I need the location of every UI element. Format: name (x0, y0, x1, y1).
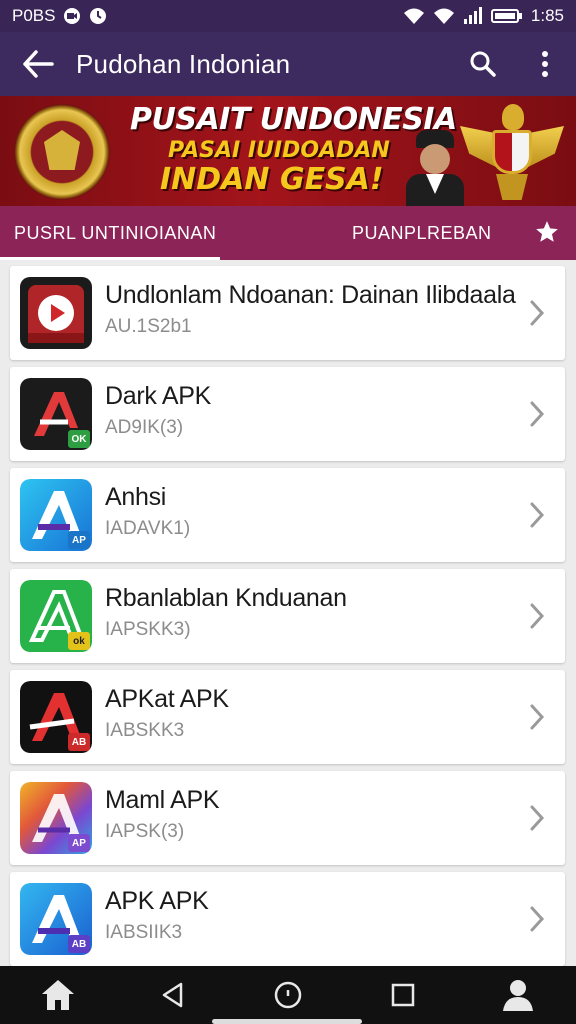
status-right: 1:85 (403, 6, 564, 26)
app-meta: AU.1S2b1 (105, 316, 192, 337)
triangle-back-icon (162, 982, 183, 1008)
list-item[interactable]: Undlonlam Ndoanan: Dainan Ilibdaala AU.1… (10, 266, 565, 360)
officer-image (404, 130, 466, 206)
profile-tab-button[interactable] (488, 970, 548, 1020)
circle-home-icon (274, 981, 302, 1009)
app-badge: ok (68, 632, 90, 650)
overflow-menu-button[interactable] (514, 32, 576, 96)
app-meta: AD9IK(3) (105, 417, 184, 438)
system-nav-bar (0, 966, 576, 1024)
home-indicator (212, 1019, 362, 1024)
search-icon (470, 51, 496, 77)
app-name: Anhsi (105, 483, 167, 511)
favorites-button[interactable] (534, 219, 560, 252)
chevron-right-icon (530, 704, 545, 730)
banner-subtitle: PASAI IUIDOADAN (168, 138, 390, 163)
square-recents-icon (391, 983, 415, 1007)
app-meta: IABSKK3 (105, 720, 185, 741)
app-meta: IAPSKK3) (105, 619, 191, 640)
video-app-icon (20, 277, 92, 349)
tab-bar: PUSRL UNTINIOIANAN PUANPLREBAN (0, 206, 576, 260)
tab-secondary-label: PUANPLREBAN (352, 222, 492, 243)
emblem-logo (14, 104, 110, 200)
app-name: Undlonlam Ndoanan: Dainan Ilibdaala (105, 281, 516, 309)
home-tab-button[interactable] (28, 970, 88, 1020)
arrow-left-icon (23, 50, 54, 78)
tab-main[interactable]: PUSRL UNTINIOIANAN (0, 206, 220, 260)
clock-notification-icon (90, 8, 107, 24)
list-item[interactable]: OK Dark APK AD9IK(3) (10, 367, 565, 461)
app-name: Dark APK (105, 382, 211, 410)
search-button[interactable] (452, 32, 514, 96)
home-icon (41, 980, 74, 1010)
status-left: P0BS (12, 6, 107, 26)
chevron-right-icon (530, 906, 545, 932)
a-logo-black-red-icon: AB (20, 681, 92, 753)
status-bar: P0BS 1:85 (0, 0, 576, 32)
page-title: Pudohan Indonian (76, 48, 291, 79)
app-meta: IABSIIK3 (105, 922, 183, 943)
chevron-right-icon (530, 805, 545, 831)
list-item[interactable]: AP Maml APK IAPSK(3) (10, 771, 565, 865)
a-logo-green-icon: ok (20, 580, 92, 652)
star-icon (536, 221, 558, 242)
app-name: Rbanlablan Knduanan (105, 584, 347, 612)
app-badge: AB (68, 733, 90, 751)
chevron-right-icon (530, 401, 545, 427)
back-nav-button[interactable] (143, 970, 203, 1020)
person-icon (503, 980, 534, 1011)
chevron-right-icon (530, 603, 545, 629)
app-badge: AP (68, 834, 90, 852)
list-item[interactable]: AB APKat APK IABSKK3 (10, 670, 565, 764)
list-item[interactable]: AP Anhsi IADAVK1) (10, 468, 565, 562)
banner-tagline: INDAN GESA! (160, 162, 384, 197)
app-badge: AB (68, 935, 90, 953)
camera-notification-icon (64, 8, 81, 24)
more-vertical-icon (542, 51, 548, 77)
app-meta: IADAVK1) (105, 518, 191, 539)
list-item[interactable]: AB APK APK IABSIIK3 (10, 872, 565, 966)
home-nav-button[interactable] (258, 970, 318, 1020)
status-text: P0BS (12, 6, 56, 25)
garuda-emblem (460, 100, 564, 204)
tab-secondary[interactable]: PUANPLREBAN (352, 206, 492, 260)
wifi-2-icon (433, 8, 454, 24)
a-logo-dark-icon: OK (20, 378, 92, 450)
list-item[interactable]: ok Rbanlablan Knduanan IAPSKK3) (10, 569, 565, 663)
app-name: APKat APK (105, 685, 229, 713)
battery-icon (490, 9, 522, 23)
app-badge: AP (68, 531, 90, 549)
app-bar: Pudohan Indonian (0, 32, 576, 96)
chevron-right-icon (530, 502, 545, 528)
status-time: 1:85 (530, 6, 564, 25)
tab-main-label: PUSRL UNTINIOIANAN (14, 222, 217, 243)
back-button[interactable] (0, 32, 76, 96)
a-logo-blue-purple-icon: AB (20, 883, 92, 955)
app-meta: IAPSK(3) (105, 821, 185, 842)
app-name: Maml APK (105, 786, 220, 814)
recents-nav-button[interactable] (373, 970, 433, 1020)
a-logo-blue-icon: AP (20, 479, 92, 551)
app-name: APK APK (105, 887, 209, 915)
banner-title: PUSAIT UNDONESIA (130, 102, 457, 137)
signal-icon (463, 7, 482, 24)
wifi-icon (403, 8, 424, 24)
a-logo-rainbow-icon: AP (20, 782, 92, 854)
chevron-right-icon (530, 300, 545, 326)
app-badge: OK (68, 430, 90, 448)
promo-banner[interactable]: PUSAIT UNDONESIA PASAI IUIDOADAN INDAN G… (0, 96, 576, 206)
